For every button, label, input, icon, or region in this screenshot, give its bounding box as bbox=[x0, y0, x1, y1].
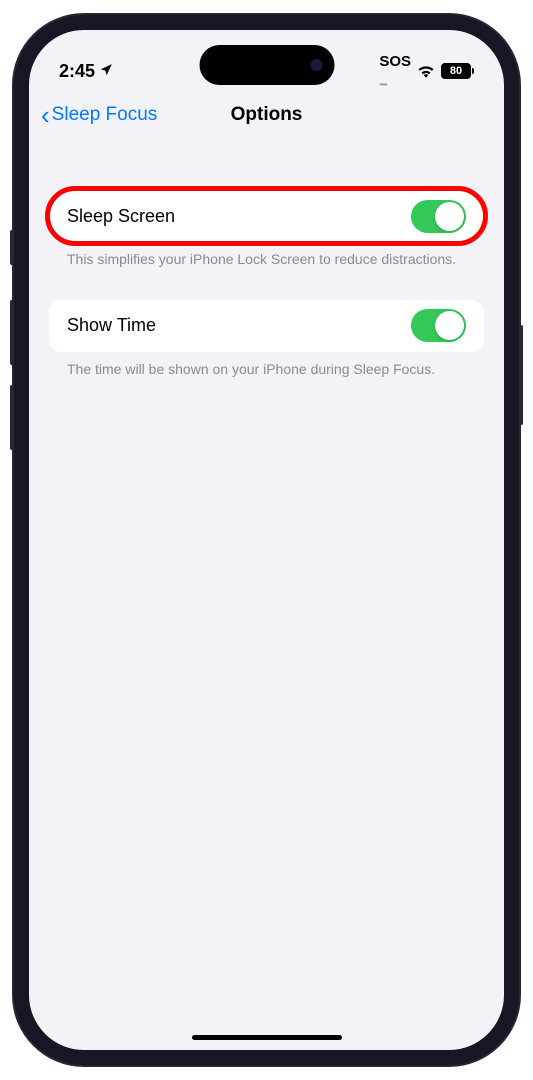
status-time: 2:45 bbox=[59, 61, 95, 82]
phone-frame: 2:45 SOS •••• bbox=[14, 15, 519, 1065]
battery-icon: 80 bbox=[441, 63, 474, 79]
status-right: SOS •••• 80 bbox=[379, 53, 474, 89]
location-icon bbox=[99, 61, 113, 82]
screen: 2:45 SOS •••• bbox=[29, 30, 504, 1050]
navigation-bar: ‹ Sleep Focus Options bbox=[29, 90, 504, 140]
power-button bbox=[519, 325, 523, 425]
dynamic-island bbox=[199, 45, 334, 85]
home-indicator[interactable] bbox=[192, 1035, 342, 1040]
sleep-screen-section: Sleep Screen bbox=[49, 190, 484, 242]
back-button[interactable]: ‹ Sleep Focus bbox=[41, 100, 157, 131]
silent-switch bbox=[10, 230, 14, 265]
content-area: Sleep Screen This simplifies your iPhone… bbox=[29, 140, 504, 379]
show-time-label: Show Time bbox=[67, 315, 156, 336]
show-time-row[interactable]: Show Time bbox=[49, 300, 484, 352]
sleep-screen-row[interactable]: Sleep Screen bbox=[49, 190, 484, 242]
signal-dots: •••• bbox=[379, 81, 411, 89]
back-label: Sleep Focus bbox=[52, 104, 158, 126]
volume-down-button bbox=[10, 385, 14, 450]
status-left: 2:45 bbox=[59, 61, 113, 82]
sleep-screen-label: Sleep Screen bbox=[67, 206, 175, 227]
chevron-left-icon: ‹ bbox=[41, 100, 50, 131]
sleep-screen-toggle[interactable] bbox=[411, 200, 466, 233]
show-time-description: The time will be shown on your iPhone du… bbox=[49, 352, 484, 380]
wifi-icon bbox=[417, 64, 435, 78]
sos-indicator: SOS •••• bbox=[379, 53, 411, 89]
sos-label: SOS bbox=[379, 53, 411, 70]
battery-level: 80 bbox=[450, 65, 462, 77]
volume-up-button bbox=[10, 300, 14, 365]
page-title: Options bbox=[231, 104, 303, 126]
show-time-toggle[interactable] bbox=[411, 309, 466, 342]
sleep-screen-description: This simplifies your iPhone Lock Screen … bbox=[49, 242, 484, 270]
